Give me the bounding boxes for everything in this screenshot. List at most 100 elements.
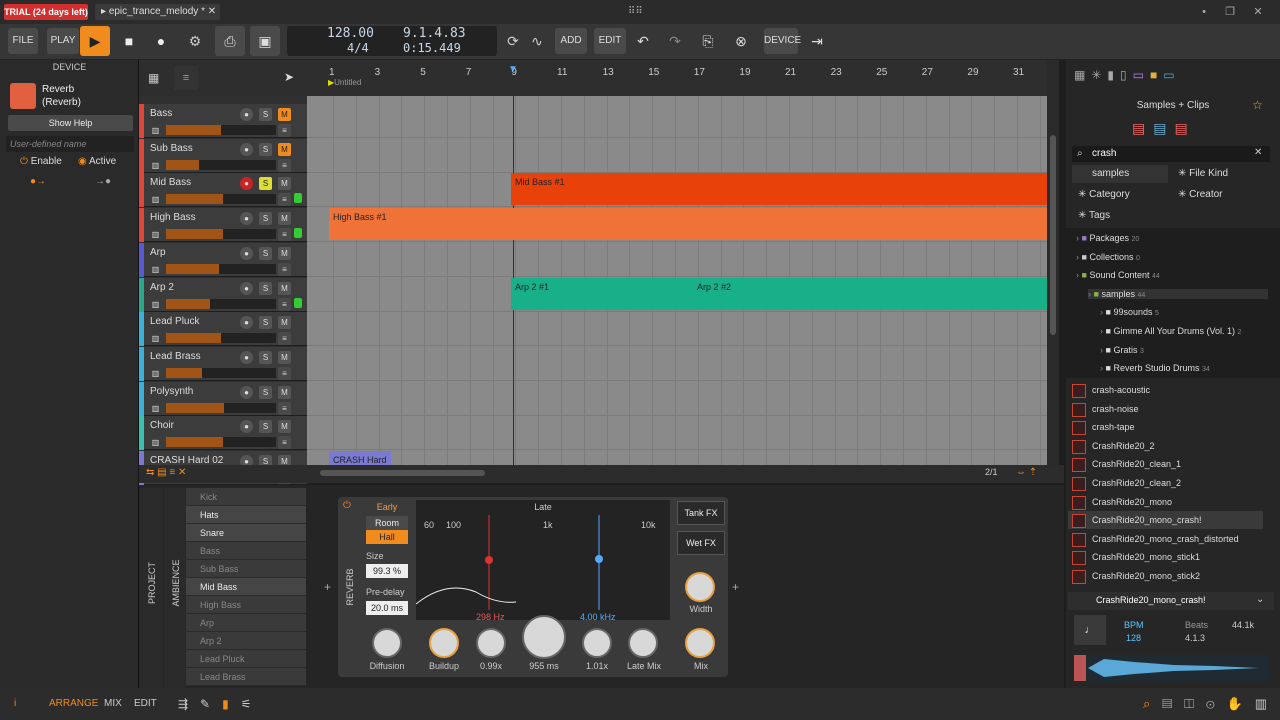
pointer-tool-icon[interactable]: ➤ bbox=[284, 70, 294, 84]
undo-icon[interactable]: ↶ bbox=[628, 26, 658, 56]
tree-item[interactable]: › ■ Packages 20 bbox=[1076, 233, 1139, 243]
chain-item[interactable]: Hats bbox=[186, 506, 306, 524]
volume-fader[interactable] bbox=[166, 194, 276, 205]
file-kind-filter[interactable]: ✳ File Kind bbox=[1178, 168, 1228, 179]
sample-file[interactable]: CrashRide20_clean_1 bbox=[1068, 455, 1263, 473]
info-icon[interactable]: i bbox=[14, 698, 16, 709]
chain-item[interactable]: Sub Bass bbox=[186, 560, 306, 578]
export-icon[interactable]: ⇥ bbox=[802, 26, 832, 56]
track-menu-icon[interactable]: ≡ bbox=[278, 193, 291, 207]
transport-display[interactable]: 128.00 4/4 9.1.4.83 0:15.449 bbox=[287, 26, 497, 56]
track-menu-icon[interactable]: ≡ bbox=[278, 262, 291, 276]
tempo-value[interactable]: 128.00 bbox=[327, 26, 374, 41]
record-arm-button[interactable]: ● bbox=[240, 385, 253, 399]
track-header[interactable]: High Bass ● S M ▥ ≡ bbox=[139, 208, 307, 243]
hall-button[interactable]: Hall bbox=[366, 530, 408, 544]
mix-view-button[interactable]: MIX bbox=[104, 698, 122, 709]
mute-button[interactable]: M bbox=[278, 420, 291, 434]
buildup-knob[interactable] bbox=[429, 628, 459, 658]
tree-item[interactable]: › ■ Sound Content 44 bbox=[1076, 270, 1160, 280]
device-button[interactable]: DEVICE bbox=[764, 28, 801, 54]
timeline-ruler[interactable]: 1 3 5 7 9 11 13 15 17 19 21 23 25 27 29 31 ▼ bbox=[307, 60, 1047, 96]
close-window-icon[interactable]: ✕ bbox=[1250, 4, 1266, 20]
sample-file[interactable]: CrashRide20_2 bbox=[1068, 437, 1263, 455]
play-menu-button[interactable]: PLAY bbox=[47, 28, 79, 54]
mute-button[interactable]: M bbox=[278, 385, 291, 399]
solo-button[interactable]: S bbox=[259, 385, 272, 399]
minimize-icon[interactable]: • bbox=[1196, 4, 1212, 20]
mute-button[interactable]: M bbox=[278, 108, 291, 121]
record-arm-button[interactable]: ● bbox=[240, 281, 253, 295]
stop-icon[interactable]: ■ bbox=[114, 26, 144, 56]
mute-button[interactable]: M bbox=[278, 350, 291, 364]
add-device-right-icon[interactable]: + bbox=[732, 580, 739, 594]
trial-badge[interactable]: TRIAL (24 days left) bbox=[4, 4, 88, 20]
metronome-icon[interactable]: ⎙ bbox=[215, 26, 245, 56]
scroll-thumb[interactable] bbox=[1050, 135, 1056, 335]
mute-button[interactable]: M bbox=[278, 246, 291, 260]
solo-button[interactable]: S bbox=[259, 108, 272, 121]
time-signature[interactable]: 4/4 bbox=[347, 41, 369, 55]
tree-item[interactable]: › ■ samples 44 bbox=[1088, 288, 1268, 299]
expand-chevron-icon[interactable]: › bbox=[1088, 289, 1091, 299]
sample-file[interactable]: crash-acoustic bbox=[1068, 381, 1263, 399]
sample-file[interactable]: CrashRide20_mono_crash_distorted bbox=[1068, 530, 1263, 548]
search-browser-icon[interactable]: ⌕▤◫⊙✋▥ bbox=[1143, 696, 1279, 712]
active-toggle[interactable]: ◉ Active bbox=[78, 156, 116, 167]
track-header[interactable]: Arp ● S M ▥ ≡ bbox=[139, 242, 307, 277]
sample-file[interactable]: CrashRide20_mono bbox=[1068, 493, 1263, 511]
record-arm-button[interactable]: ● bbox=[240, 177, 253, 191]
marker[interactable]: ▶Untitled bbox=[328, 78, 361, 87]
reverb-power-icon[interactable]: ⏻ bbox=[343, 500, 351, 511]
zoom-level[interactable]: 2/1 bbox=[985, 467, 998, 477]
tank-fx-button[interactable]: Tank FX bbox=[677, 501, 725, 525]
record-arm-button[interactable]: ● bbox=[240, 212, 253, 226]
track-menu-icon[interactable]: ≡ bbox=[278, 124, 291, 137]
star-icon[interactable]: ☆ bbox=[1252, 98, 1263, 112]
track-name[interactable]: Arp bbox=[150, 247, 166, 258]
chain-item[interactable]: Kick bbox=[186, 488, 306, 506]
wet-fx-button[interactable]: Wet FX bbox=[677, 531, 725, 555]
chain-item[interactable]: Arp bbox=[186, 614, 306, 632]
track-name[interactable]: Bass bbox=[150, 108, 172, 119]
tags-filter[interactable]: ✳ Tags bbox=[1078, 210, 1110, 221]
enable-toggle[interactable]: ⏻ Enable bbox=[20, 156, 62, 167]
track-header[interactable]: Arp 2 ● S M ▥ ≡ bbox=[139, 277, 307, 312]
browser-tabs-icon[interactable]: ▦✳▮▯▭■▭ bbox=[1074, 68, 1181, 82]
track-name[interactable]: Polysynth bbox=[150, 386, 193, 397]
record-arm-button[interactable]: ● bbox=[240, 108, 253, 121]
expand-chevron-icon[interactable]: › bbox=[1076, 270, 1079, 280]
expand-chevron-icon[interactable]: › bbox=[1076, 252, 1079, 262]
automation-icon[interactable]: ⚙ bbox=[180, 26, 210, 56]
mute-button[interactable]: M bbox=[278, 177, 291, 191]
sample-file[interactable]: CrashRide20_clean_2 bbox=[1068, 474, 1263, 492]
play-icon[interactable]: ▶ bbox=[80, 26, 110, 56]
track-menu-icon[interactable]: ≡ bbox=[278, 158, 291, 172]
browser-filter-icons[interactable]: ▤▤▤ bbox=[1132, 120, 1222, 140]
chain-item[interactable]: High Bass bbox=[186, 596, 306, 614]
track-name[interactable]: Lead Pluck bbox=[150, 316, 199, 327]
sample-file[interactable]: CrashRide20_mono_crash! bbox=[1068, 511, 1263, 530]
clip[interactable]: Arp 2 #2 bbox=[693, 277, 1047, 310]
track-name[interactable]: Choir bbox=[150, 420, 174, 431]
tree-item[interactable]: › ■ Collections 0 bbox=[1076, 252, 1140, 262]
expand-chevron-icon[interactable]: › bbox=[1100, 326, 1103, 336]
record-arm-button[interactable]: ● bbox=[240, 316, 253, 330]
track-name[interactable]: Lead Brass bbox=[150, 351, 201, 362]
audio-in-icon[interactable]: ●→ bbox=[30, 176, 46, 187]
size-field[interactable]: 99.3 % bbox=[366, 564, 408, 578]
volume-fader[interactable] bbox=[166, 229, 276, 240]
volume-fader[interactable] bbox=[166, 367, 276, 378]
redo-icon[interactable]: ↷ bbox=[660, 26, 690, 56]
list-view-icon[interactable]: ≡ bbox=[174, 66, 198, 90]
chain-item[interactable]: Arp 2 bbox=[186, 632, 306, 650]
record-arm-button[interactable]: ● bbox=[240, 350, 253, 364]
volume-fader[interactable] bbox=[166, 159, 276, 170]
tree-item[interactable]: › ■ Reverb Studio Drums 34 bbox=[1100, 363, 1210, 373]
track-header[interactable]: Lead Brass ● S M ▥ ≡ bbox=[139, 346, 307, 381]
track-header[interactable]: Bass ● S M ▥ ≡ bbox=[139, 104, 307, 138]
track-menu-icon[interactable]: ≡ bbox=[278, 401, 291, 415]
track-menu-icon[interactable]: ≡ bbox=[278, 332, 291, 346]
solo-button[interactable]: S bbox=[259, 350, 272, 364]
sample-file[interactable]: crash-tape bbox=[1068, 418, 1263, 436]
